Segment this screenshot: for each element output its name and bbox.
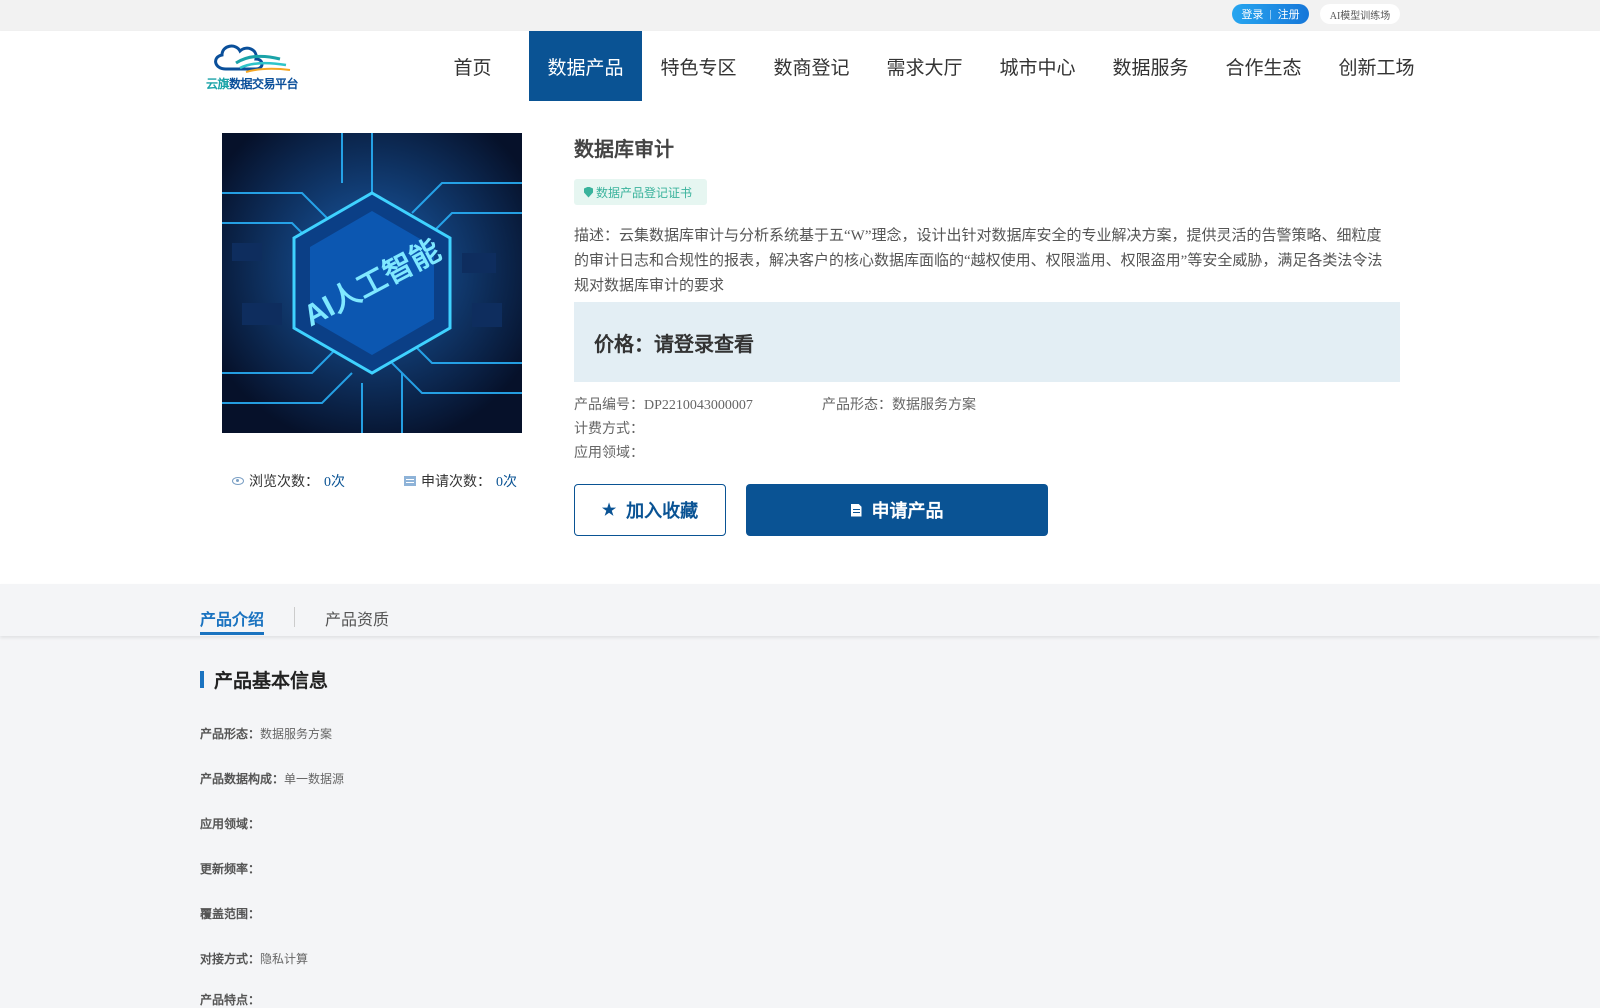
nav-data-services[interactable]: 数据服务 <box>1094 31 1207 101</box>
price-text: 价格：请登录查看 <box>594 333 754 356</box>
product-form-label: 产品形态： <box>822 398 892 413</box>
login-link[interactable]: 登录 <box>1241 6 1263 22</box>
login-separator: | <box>1269 8 1272 20</box>
nav-demand-hall[interactable]: 需求大厅 <box>868 31 981 101</box>
apply-product-label: 申请产品 <box>871 501 944 521</box>
product-description: 描述：云集数据库审计与分析系统基于五“W”理念，设计出针对数据库安全的专业解决方… <box>574 228 1383 294</box>
cloud-logo-icon <box>214 44 291 73</box>
site-logo[interactable]: 云旗数据交易平台 <box>206 41 302 93</box>
ai-chip-illustration: AI人工智能 <box>222 133 522 433</box>
apply-count-label: 申请次数： <box>421 475 491 490</box>
info-row-form: 产品形态：数据服务方案 <box>200 727 333 741</box>
star-icon: ★ <box>601 502 617 519</box>
info-row-frequency: 更新频率： <box>200 862 261 876</box>
certificate-badge[interactable]: 数据产品登记证书 <box>574 179 707 205</box>
top-utility-bar: 登录 | 注册 AI模型训练场 <box>0 0 1600 31</box>
nav-innovation-workshop[interactable]: 创新工场 <box>1320 31 1433 101</box>
ai-training-link[interactable]: AI模型训练场 <box>1320 4 1400 24</box>
apply-count: 申请次数： 0次 <box>404 471 517 491</box>
shield-icon <box>584 186 593 198</box>
view-count-value: 0次 <box>324 475 345 490</box>
tab-product-intro[interactable]: 产品介绍 <box>200 606 265 635</box>
info-row-domain: 应用领域： <box>200 817 261 831</box>
login-register-pill: 登录 | 注册 <box>1232 4 1309 24</box>
apply-product-button[interactable]: 申请产品 <box>746 484 1048 536</box>
heading-accent-bar <box>200 671 204 688</box>
price-box: 价格：请登录查看 <box>574 302 1400 382</box>
document-icon <box>404 476 416 486</box>
apply-count-value: 0次 <box>496 475 517 490</box>
product-code: 产品编号：DP2210043000007 <box>574 394 753 414</box>
nav-data-products[interactable]: 数据产品 <box>529 31 642 101</box>
nav-featured-zone[interactable]: 特色专区 <box>642 31 755 101</box>
tab-divider <box>294 607 295 627</box>
logo-text: 云旗数据交易平台 <box>206 77 299 91</box>
info-row-integration: 对接方式：隐私计算 <box>200 952 309 966</box>
product-title: 数据库审计 <box>574 139 674 161</box>
register-link[interactable]: 注册 <box>1278 6 1300 22</box>
billing-method: 计费方式： <box>574 422 644 437</box>
basic-info-title: 产品基本信息 <box>214 671 329 692</box>
info-row-coverage: 覆盖范围： <box>200 907 261 921</box>
product-code-value: DP2210043000007 <box>644 398 753 413</box>
view-count-label: 浏览次数： <box>249 475 319 490</box>
add-favorite-label: 加入收藏 <box>626 501 699 521</box>
product-image: AI人工智能 <box>222 133 522 433</box>
eye-icon <box>232 477 244 485</box>
info-row-composition: 产品数据构成：单一数据源 <box>200 772 345 786</box>
product-form: 产品形态：数据服务方案 <box>822 394 976 414</box>
basic-info-heading: 产品基本信息 <box>200 666 328 693</box>
nav-vendor-registration[interactable]: 数商登记 <box>755 31 868 101</box>
product-code-label: 产品编号： <box>574 398 644 413</box>
nav-home[interactable]: 首页 <box>416 31 529 101</box>
nav-partner-ecosystem[interactable]: 合作生态 <box>1207 31 1320 101</box>
nav-city-center[interactable]: 城市中心 <box>981 31 1094 101</box>
main-nav: 首页 数据产品 特色专区 数商登记 需求大厅 城市中心 数据服务 合作生态 创新… <box>416 31 1433 101</box>
detail-tabs: 产品介绍 产品资质 <box>0 584 1600 636</box>
file-icon <box>850 503 862 517</box>
tab-product-qualification[interactable]: 产品资质 <box>325 606 389 630</box>
certificate-label: 数据产品登记证书 <box>596 185 693 200</box>
product-form-value: 数据服务方案 <box>892 398 976 413</box>
view-count: 浏览次数： 0次 <box>232 471 345 491</box>
application-domain: 应用领域： <box>574 446 644 461</box>
add-favorite-button[interactable]: ★ 加入收藏 <box>574 484 726 536</box>
main-header: 云旗数据交易平台 首页 数据产品 特色专区 数商登记 需求大厅 城市中心 数据服… <box>0 31 1600 102</box>
product-detail-panel: AI人工智能 浏览次数： 0次 申请次数： 0次 数据库审计 数据产品登记证书 描述… <box>0 102 1600 584</box>
